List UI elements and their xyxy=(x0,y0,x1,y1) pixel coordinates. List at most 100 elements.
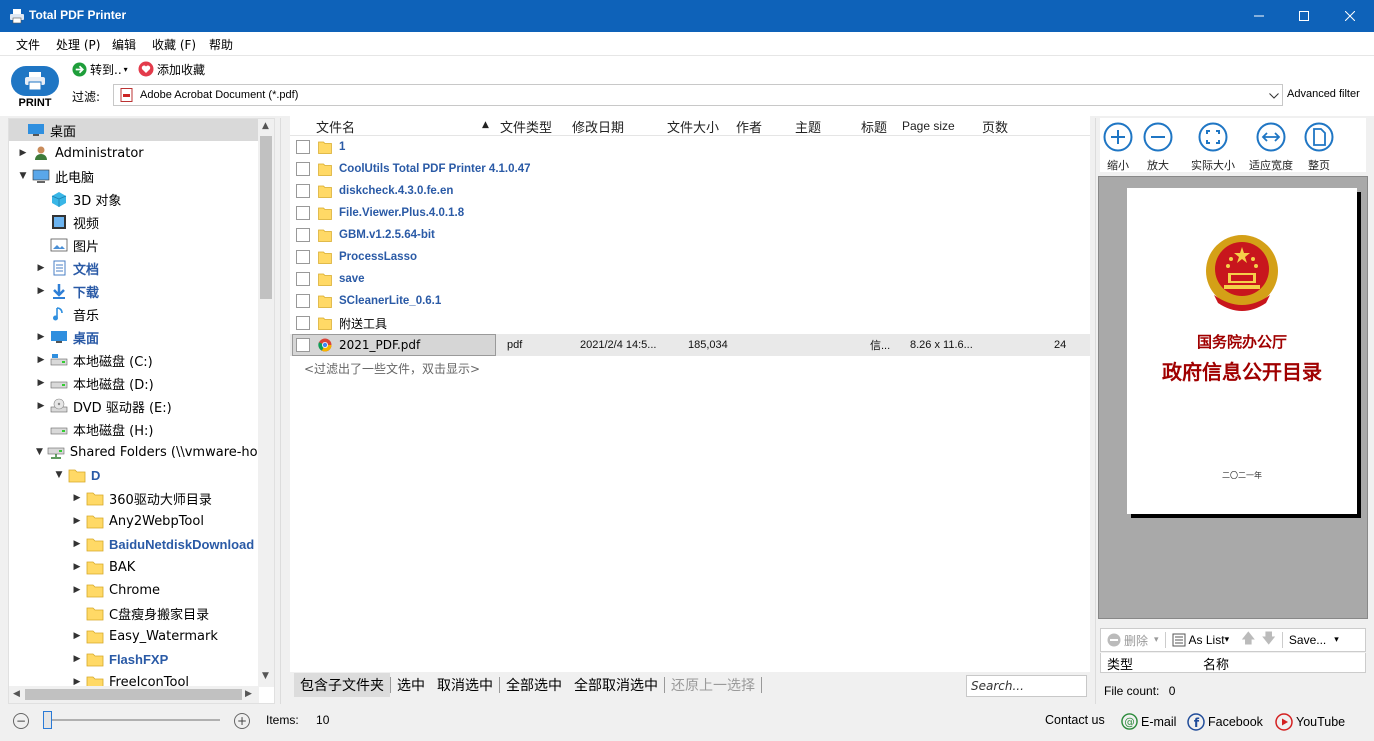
menu-process[interactable]: 处理 (P) xyxy=(56,36,100,53)
add-favorite-button[interactable]: 添加收藏 xyxy=(138,59,205,79)
expand-right-icon[interactable]: ▶ xyxy=(18,148,28,158)
tree-item[interactable]: ▶ 360驱动大师目录 xyxy=(9,487,259,509)
contact-us-link[interactable]: Contact us xyxy=(1045,713,1105,727)
file-list[interactable]: 文件名 ▲ 文件类型 修改日期 文件大小 作者 主题 标题 Page size … xyxy=(290,116,1090,672)
zoom-in-button[interactable]: 放大 xyxy=(1128,122,1188,173)
tree-item[interactable]: ▼ Shared Folders (\\vmware-host) xyxy=(9,441,274,463)
menu-file[interactable]: 文件 xyxy=(16,36,40,53)
row-checkbox[interactable] xyxy=(296,338,310,352)
expand-right-icon[interactable]: ▶ xyxy=(72,562,82,572)
row-checkbox[interactable] xyxy=(296,206,310,220)
row-checkbox[interactable] xyxy=(296,140,310,154)
row-checkbox[interactable] xyxy=(296,162,310,176)
expand-right-icon[interactable]: ▶ xyxy=(36,378,46,388)
file-row[interactable]: 1 xyxy=(290,136,1090,158)
file-row[interactable]: ProcessLasso xyxy=(290,246,1090,268)
expand-right-icon[interactable]: ▶ xyxy=(72,516,82,526)
deselect-all-button[interactable]: 全部取消选中 xyxy=(568,673,664,697)
tree-item[interactable]: ▶ 本地磁盘 (D:) xyxy=(9,372,259,394)
file-row[interactable]: 附送工具 xyxy=(290,312,1090,334)
tree-item[interactable]: ▶ BaiduNetdiskDownload xyxy=(9,533,259,555)
file-row[interactable]: CoolUtils Total PDF Printer 4.1.0.47 xyxy=(290,158,1090,180)
filtered-files-note[interactable]: <过滤出了一些文件，双击显示> xyxy=(304,360,480,377)
pdf-preview[interactable]: 国务院办公厅 政府信息公开目录 二〇二一年 xyxy=(1098,176,1368,619)
tree-item[interactable]: ▼ D xyxy=(9,464,259,486)
menu-help[interactable]: 帮助 xyxy=(209,36,233,53)
move-down-icon[interactable]: 🡇 xyxy=(1262,628,1276,652)
select-all-button[interactable]: 全部选中 xyxy=(500,673,568,697)
tree-horizontal-scrollbar[interactable]: ◀ ▶ xyxy=(9,686,259,703)
minimize-button[interactable] xyxy=(1236,0,1282,32)
email-link[interactable]: @ E-mail xyxy=(1121,713,1176,730)
tree-item[interactable]: 本地磁盘 (H:) xyxy=(9,418,259,440)
row-checkbox[interactable] xyxy=(296,294,310,308)
expand-right-icon[interactable]: ▶ xyxy=(72,585,82,595)
tree-item[interactable]: ▶ 桌面 xyxy=(9,326,259,348)
expand-right-icon[interactable]: ▶ xyxy=(36,355,46,365)
zoom-slider-thumb[interactable] xyxy=(43,711,52,729)
zoom-slider-track[interactable] xyxy=(46,719,220,721)
save-button[interactable]: Save... xyxy=(1289,633,1326,647)
select-button[interactable]: 选中 xyxy=(391,673,431,697)
column-header-subject[interactable]: 主题 xyxy=(795,117,821,136)
tree-item[interactable]: ▶ 本地磁盘 (C:) xyxy=(9,349,259,371)
tree-item[interactable]: ▶ 下载 xyxy=(9,280,259,302)
tree-item[interactable]: ▶ 文档 xyxy=(9,257,259,279)
expand-right-icon[interactable]: ▶ xyxy=(36,286,46,296)
search-input[interactable]: Search... xyxy=(966,675,1087,697)
scroll-thumb[interactable] xyxy=(260,136,272,299)
advanced-filter-link[interactable]: Advanced filter xyxy=(1287,88,1360,100)
column-header-kind[interactable]: 类型 xyxy=(1107,654,1133,673)
zoom-minus-icon[interactable]: − xyxy=(13,713,29,729)
tree-item[interactable]: ▶ Chrome xyxy=(9,579,259,601)
tree-item[interactable]: ▶ Administrator xyxy=(9,142,259,164)
expand-right-icon[interactable]: ▶ xyxy=(72,539,82,549)
expand-down-icon[interactable]: ▼ xyxy=(54,470,64,480)
expand-down-icon[interactable]: ▼ xyxy=(36,447,43,457)
facebook-link[interactable]: f Facebook xyxy=(1187,713,1263,731)
close-button[interactable] xyxy=(1327,0,1373,32)
expand-right-icon[interactable]: ▶ xyxy=(72,493,82,503)
splitter[interactable] xyxy=(280,118,281,704)
tree-item[interactable]: 3D 对象 xyxy=(9,188,259,210)
youtube-link[interactable]: YouTube xyxy=(1275,713,1345,731)
column-header-pages[interactable]: 页数 xyxy=(982,117,1008,136)
column-header-size[interactable]: 文件大小 xyxy=(667,117,719,136)
chevron-down-icon[interactable]: ▾ xyxy=(1334,635,1339,645)
scroll-thumb[interactable] xyxy=(25,689,242,700)
as-list-button[interactable]: As List ▾ xyxy=(1172,633,1229,647)
column-header-file-name[interactable]: 名称 xyxy=(1203,654,1229,673)
deselect-button[interactable]: 取消选中 xyxy=(431,673,499,697)
tree-item[interactable]: ▶ Easy_Watermark xyxy=(9,625,259,647)
tree-item[interactable]: ▼ 此电脑 xyxy=(9,165,259,187)
menu-favorites[interactable]: 收藏 (F) xyxy=(152,36,196,53)
goto-button[interactable]: 转到.. ▾ xyxy=(72,59,128,79)
tree-item[interactable]: 图片 xyxy=(9,234,259,256)
column-header-type[interactable]: 文件类型 xyxy=(500,117,552,136)
file-row[interactable]: GBM.v1.2.5.64-bit xyxy=(290,224,1090,246)
scroll-down-icon[interactable]: ▼ xyxy=(262,671,269,681)
row-checkbox[interactable] xyxy=(296,250,310,264)
column-header-title[interactable]: 标题 xyxy=(861,117,887,136)
include-subfolders-button[interactable]: 包含子文件夹 xyxy=(294,673,390,697)
row-checkbox[interactable] xyxy=(296,184,310,198)
tree-item[interactable]: ▶ Any2WebpTool xyxy=(9,510,259,532)
move-up-icon[interactable]: 🡅 xyxy=(1241,628,1255,652)
filter-select[interactable]: Adobe Acrobat Document (*.pdf) xyxy=(113,84,1283,106)
tree-item[interactable]: ▶ FlashFXP xyxy=(9,648,259,670)
expand-right-icon[interactable]: ▶ xyxy=(36,263,46,273)
column-header-author[interactable]: 作者 xyxy=(736,117,762,136)
zoom-plus-icon[interactable]: + xyxy=(234,713,250,729)
scroll-up-icon[interactable]: ▲ xyxy=(262,121,269,131)
column-header-modified[interactable]: 修改日期 xyxy=(572,117,624,136)
tree-item[interactable]: ▶ DVD 驱动器 (E:) xyxy=(9,395,259,417)
scroll-left-icon[interactable]: ◀ xyxy=(13,689,20,699)
full-page-button[interactable]: 整页 xyxy=(1289,122,1349,173)
file-row[interactable]: 2021_PDF.pdf pdf 2021/2/4 14:5... 185,034 信.… xyxy=(290,334,1090,356)
restore-selection-button[interactable]: 还原上一选择 xyxy=(665,673,761,697)
row-checkbox[interactable] xyxy=(296,228,310,242)
tree-item[interactable]: 音乐 xyxy=(9,303,259,325)
file-row[interactable]: SCleanerLite_0.6.1 xyxy=(290,290,1090,312)
expand-right-icon[interactable]: ▶ xyxy=(72,654,82,664)
splitter[interactable] xyxy=(1095,118,1096,704)
